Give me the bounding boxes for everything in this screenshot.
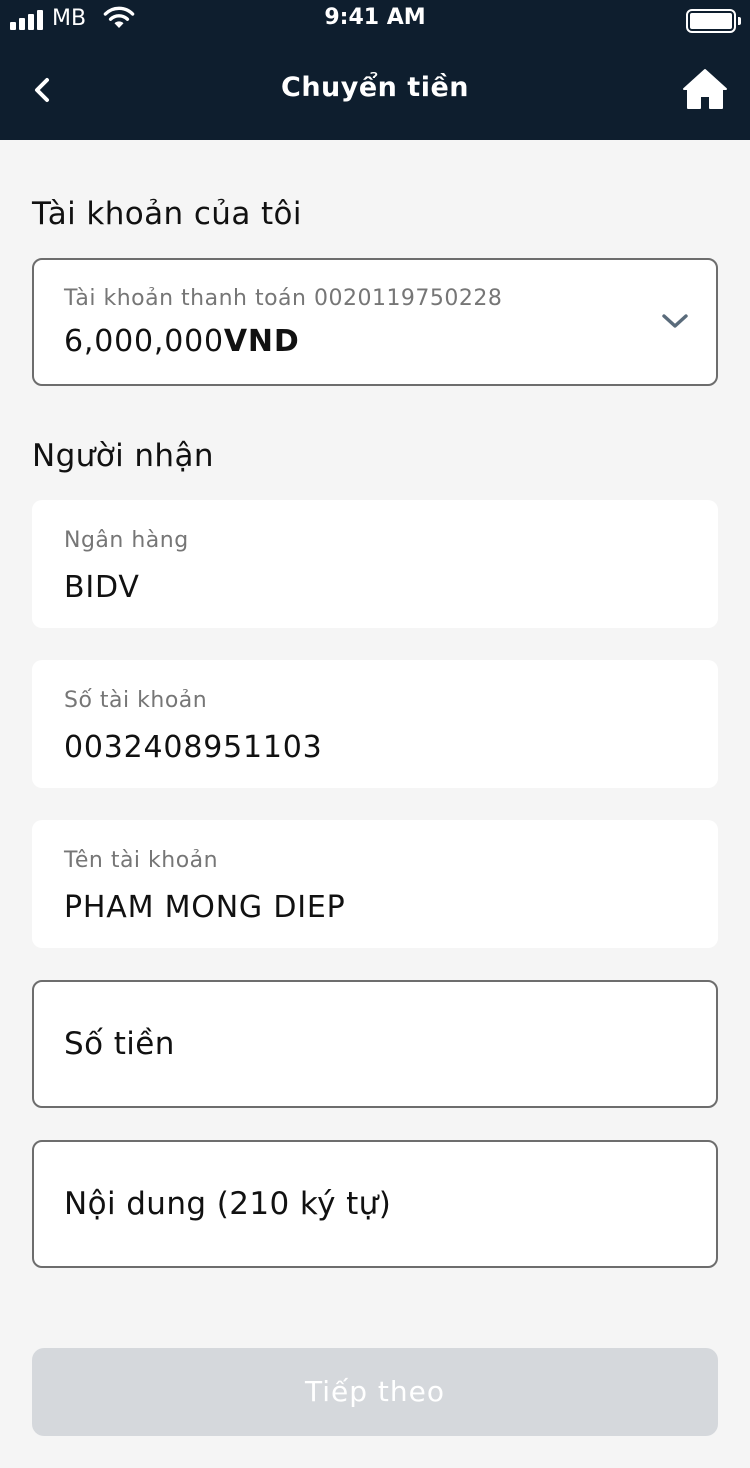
account-number-label: Số tài khoản	[64, 688, 208, 713]
account-number-field: Số tài khoản 0032408951103	[32, 660, 718, 788]
account-name-field: Tên tài khoản PHAM MONG DIEP	[32, 820, 718, 948]
status-time: 9:41 AM	[324, 5, 426, 30]
account-number-value: 0032408951103	[64, 730, 323, 765]
page-title: Chuyển tiền	[281, 72, 469, 103]
source-account-label: Tài khoản thanh toán 0020119750228	[64, 286, 503, 311]
account-name-label: Tên tài khoản	[64, 848, 219, 873]
chevron-down-icon	[662, 314, 688, 328]
balance-currency: VND	[223, 324, 300, 359]
next-button[interactable]: Tiếp theo	[32, 1348, 718, 1436]
status-bar: MB 9:41 AM	[0, 0, 750, 40]
bank-value: BIDV	[64, 570, 140, 605]
transfer-content-input[interactable]: Nội dung (210 ký tự)	[32, 1140, 718, 1268]
amount-input[interactable]: Số tiền	[32, 980, 718, 1108]
account-balance: 6,000,000VND	[64, 324, 300, 359]
home-icon	[683, 69, 727, 109]
source-account-selector[interactable]: Tài khoản thanh toán 0020119750228 6,000…	[32, 258, 718, 386]
home-button[interactable]	[682, 66, 728, 112]
bank-field: Ngân hàng BIDV	[32, 500, 718, 628]
account-name-value: PHAM MONG DIEP	[64, 890, 346, 925]
recipient-section-title: Người nhận	[32, 438, 214, 474]
bank-label: Ngân hàng	[64, 528, 189, 553]
battery-icon	[686, 9, 741, 33]
amount-placeholder: Số tiền	[64, 1026, 175, 1062]
app-header: MB 9:41 AM Chuyển tiền	[0, 0, 750, 140]
balance-amount: 6,000,000	[64, 324, 224, 359]
my-account-section-title: Tài khoản của tôi	[32, 196, 302, 232]
transfer-content-placeholder: Nội dung (210 ký tự)	[64, 1186, 392, 1222]
